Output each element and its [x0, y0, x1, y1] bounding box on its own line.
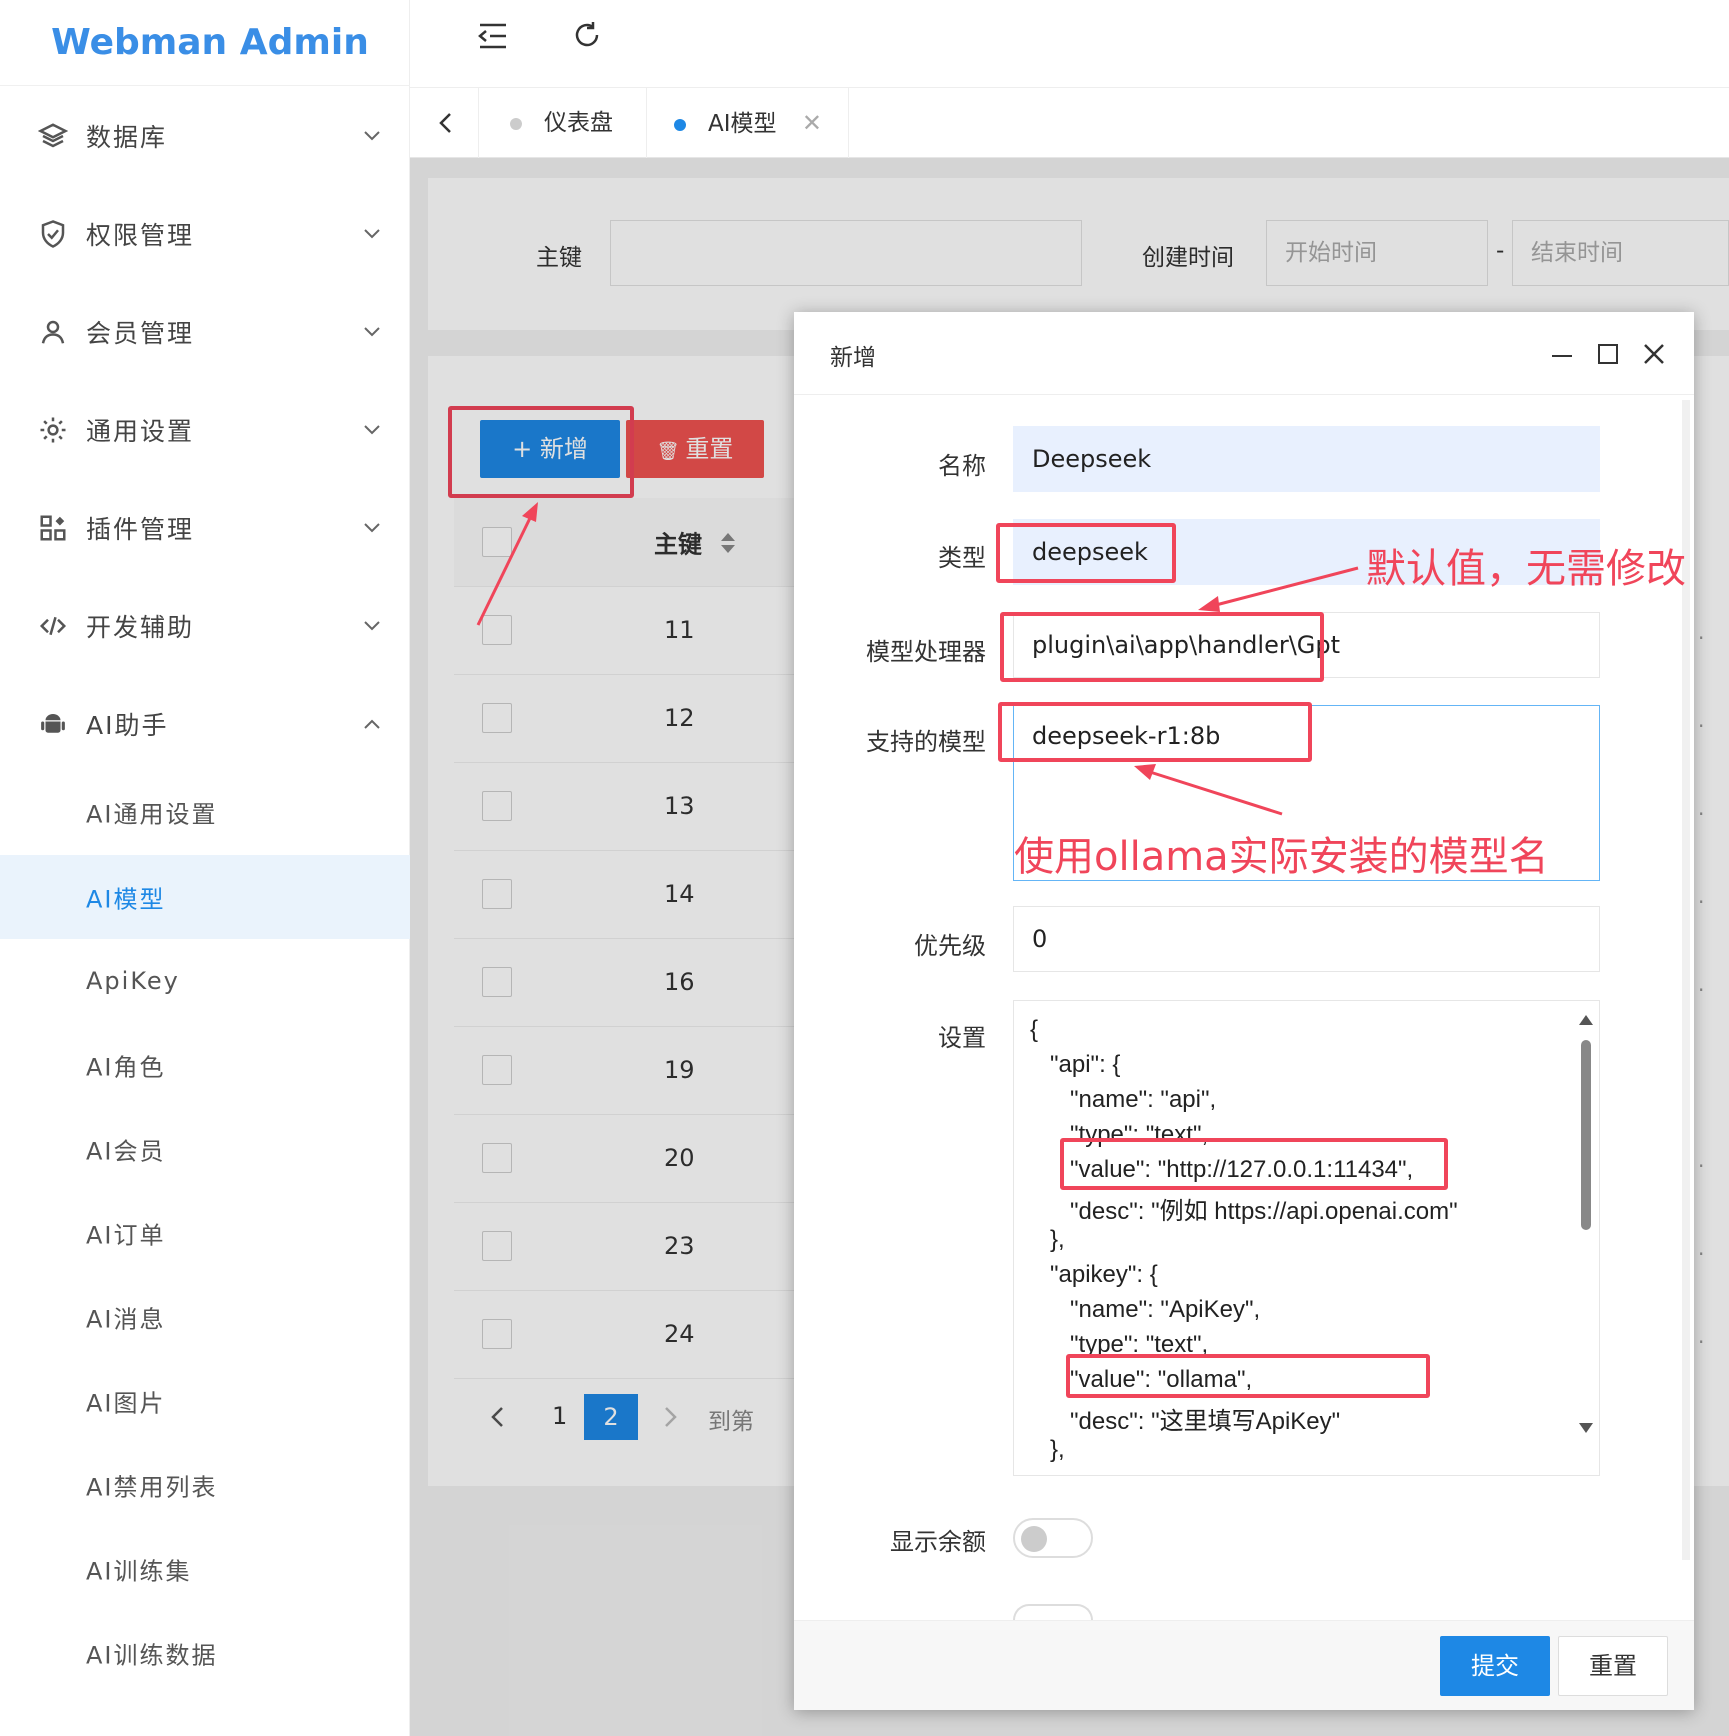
- close-icon[interactable]: [1642, 342, 1666, 366]
- models-label: 支持的模型: [866, 728, 986, 756]
- refresh-icon[interactable]: [572, 20, 602, 50]
- annotation-model-note: 使用ollama实际安装的模型名: [1014, 834, 1549, 880]
- annotation-arrow: [476, 502, 538, 626]
- code-line: "name": "api",: [1030, 1086, 1217, 1113]
- chevron-down-icon: [364, 327, 380, 337]
- next-switch[interactable]: [1013, 1604, 1093, 1620]
- chevron-left-icon[interactable]: [438, 112, 452, 134]
- dialog-reset-button[interactable]: 重置: [1558, 1636, 1668, 1696]
- code-line: "name": "ApiKey",: [1030, 1296, 1261, 1323]
- sidebar-item-plugins[interactable]: 插件管理: [0, 482, 410, 574]
- scroll-thumb[interactable]: [1581, 1040, 1591, 1230]
- code-line: "desc": "例如 https://api.openai.com": [1030, 1198, 1458, 1225]
- code-icon: [39, 616, 67, 636]
- switch-knob: [1021, 1526, 1047, 1552]
- annotation-box-models: [998, 702, 1312, 762]
- menu-fold-icon[interactable]: [478, 22, 508, 50]
- tab-close-icon[interactable]: ✕: [802, 109, 822, 137]
- tab-dot: [674, 118, 686, 131]
- annotation-arrow: [1198, 566, 1359, 612]
- layers-icon: [38, 123, 68, 148]
- tab-bar: 仪表盘 AI模型 ✕: [410, 88, 1729, 158]
- app-logo: Webman Admin: [0, 0, 420, 86]
- chevron-up-icon: [364, 719, 380, 729]
- chevron-down-icon: [364, 229, 380, 239]
- code-line: "apikey": {: [1030, 1261, 1158, 1288]
- top-bar: [410, 0, 1729, 88]
- sidebar-subitem-ai-member[interactable]: AI会员: [0, 1107, 410, 1191]
- chevron-down-icon: [364, 425, 380, 435]
- name-label: 名称: [938, 452, 986, 480]
- sidebar-item-members[interactable]: 会员管理: [0, 286, 410, 378]
- annotation-box-api-value: [1060, 1138, 1448, 1190]
- type-label: 类型: [938, 544, 986, 572]
- handler-label: 模型处理器: [866, 638, 986, 666]
- tab-divider: [478, 88, 479, 158]
- annotation-default-note: 默认值，无需修改: [1366, 546, 1686, 592]
- annotation-box-handler: [1000, 612, 1324, 682]
- sidebar-item-ai[interactable]: AI助手: [0, 678, 410, 770]
- code-line: "desc": "这里填写ApiKey": [1030, 1408, 1341, 1435]
- android-icon: [41, 714, 65, 733]
- tab-divider: [848, 88, 849, 158]
- scroll-up-icon[interactable]: [1578, 1014, 1594, 1026]
- shield-icon: [41, 220, 65, 248]
- sidebar-subitem-ai-blocklist[interactable]: AI禁用列表: [0, 1443, 410, 1527]
- sidebar-subitem-ai-settings[interactable]: AI通用设置: [0, 770, 410, 854]
- chevron-down-icon: [364, 621, 380, 631]
- sidebar-item-permissions[interactable]: 权限管理: [0, 188, 410, 280]
- tab-ai-model[interactable]: AI模型 ✕: [674, 88, 822, 158]
- code-line: {: [1030, 1016, 1039, 1043]
- tab-dot: [510, 117, 522, 130]
- apps-icon: [40, 515, 66, 541]
- annotation-box-apikey-value: [1066, 1354, 1430, 1398]
- sidebar-item-database[interactable]: 数据库: [0, 90, 410, 182]
- scroll-down-icon[interactable]: [1578, 1422, 1594, 1434]
- code-line: },: [1030, 1436, 1065, 1463]
- tab-dashboard[interactable]: 仪表盘: [510, 88, 613, 158]
- maximize-icon[interactable]: [1596, 342, 1620, 366]
- settings-scrollbar[interactable]: [1578, 1014, 1594, 1434]
- dialog-title: 新增: [830, 345, 876, 371]
- sidebar-subitem-ai-order[interactable]: AI订单: [0, 1191, 410, 1275]
- balance-switch[interactable]: [1013, 1518, 1093, 1558]
- annotation-box-type: [996, 523, 1176, 583]
- chevron-down-icon: [364, 523, 380, 533]
- sidebar-item-dev[interactable]: 开发辅助: [0, 580, 410, 672]
- sidebar-subitem-ai-model[interactable]: AI模型: [0, 855, 415, 939]
- minimize-icon[interactable]: [1550, 344, 1574, 368]
- code-line: "api": {: [1030, 1051, 1121, 1078]
- sidebar-subitem-ai-image[interactable]: AI图片: [0, 1359, 410, 1443]
- sidebar-subitem-apikey[interactable]: ApiKey: [0, 939, 410, 1023]
- sidebar-subitem-ai-traindata[interactable]: AI训练数据: [0, 1611, 410, 1695]
- name-input[interactable]: Deepseek: [1013, 426, 1600, 492]
- user-icon: [41, 320, 65, 344]
- priority-label: 优先级: [914, 932, 986, 960]
- sidebar-subitem-ai-role[interactable]: AI角色: [0, 1023, 410, 1107]
- gear-icon: [40, 417, 66, 443]
- sidebar-item-settings[interactable]: 通用设置: [0, 384, 410, 476]
- priority-input[interactable]: 0: [1013, 906, 1600, 972]
- settings-label: 设置: [938, 1024, 986, 1052]
- submit-button[interactable]: 提交: [1440, 1636, 1550, 1696]
- chevron-down-icon: [364, 131, 380, 141]
- code-line: },: [1030, 1226, 1065, 1253]
- sidebar-subitem-ai-message[interactable]: AI消息: [0, 1275, 410, 1359]
- tab-divider: [646, 88, 647, 158]
- balance-label: 显示余额: [890, 1528, 986, 1556]
- sidebar-subitem-ai-trainset[interactable]: AI训练集: [0, 1527, 410, 1611]
- sidebar: Webman Admin 数据库 权限管理 会员管理 通用设置 插件管理 开发辅…: [0, 0, 420, 1736]
- annotation-arrow: [1134, 764, 1283, 816]
- dialog-divider: [794, 394, 1694, 395]
